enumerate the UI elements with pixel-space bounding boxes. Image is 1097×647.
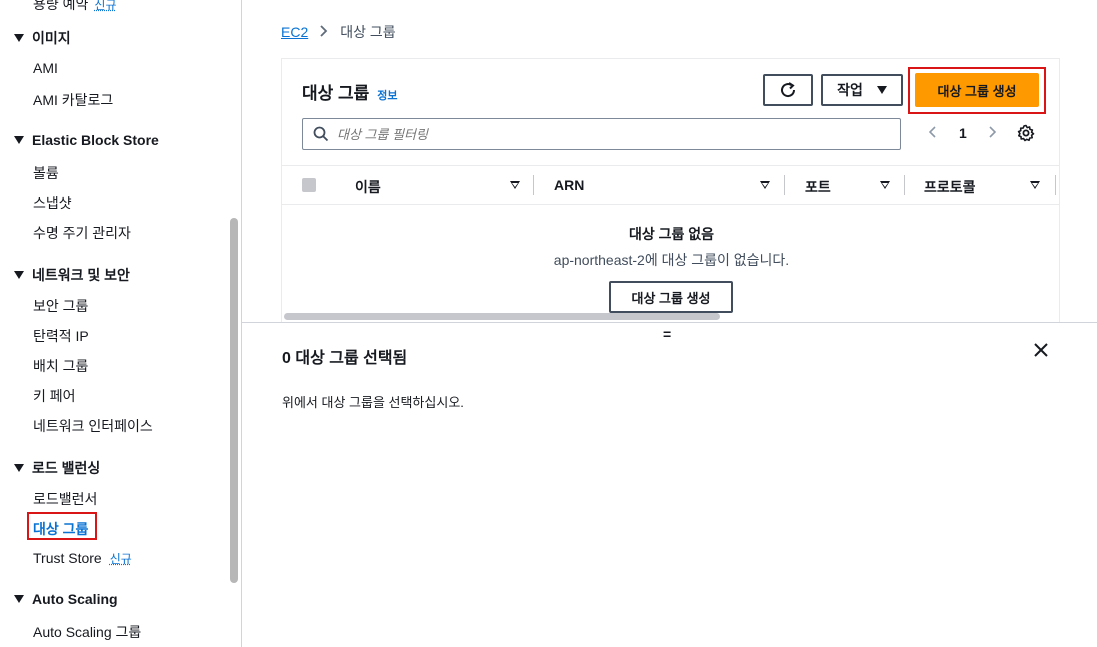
caret-down-icon	[14, 595, 24, 603]
sidebar-item-auto-scaling-groups[interactable]: Auto Scaling 그룹	[33, 622, 141, 642]
create-target-group-button[interactable]: 대상 그룹 생성	[915, 73, 1039, 107]
table-header: 이름 ARN 포트 프로토콜	[282, 165, 1059, 205]
sort-icon[interactable]	[760, 181, 770, 189]
target-groups-panel: 대상 그룹 정보 작업 대상 그룹 생성 1	[281, 58, 1060, 322]
page-number[interactable]: 1	[959, 125, 967, 141]
caret-down-icon	[876, 86, 887, 94]
section-label: 이미지	[32, 30, 71, 46]
caret-down-icon	[14, 34, 24, 42]
sidebar-item-capacity-reservations[interactable]: 용량 예약 신규	[33, 0, 117, 14]
empty-state-title: 대상 그룹 없음	[628, 226, 715, 242]
sidebar-section-load-balancing[interactable]: 로드 밸런싱	[14, 458, 100, 478]
chevron-right-icon	[320, 24, 328, 40]
sidebar: 용량 예약 신규 이미지 AMI AMI 카탈로그 Elastic Block S…	[0, 0, 227, 647]
sidebar-divider	[241, 0, 242, 647]
column-header-protocol[interactable]: 프로토콜	[924, 177, 976, 197]
sidebar-item-label: Trust Store	[33, 550, 102, 566]
actions-dropdown-button[interactable]: 작업	[821, 74, 903, 106]
sidebar-item-key-pairs[interactable]: 키 페어	[33, 386, 76, 406]
column-header-port[interactable]: 포트	[805, 177, 831, 197]
sidebar-item-placement-groups[interactable]: 배치 그룹	[33, 356, 88, 376]
caret-down-icon	[14, 136, 24, 144]
horizontal-scrollbar[interactable]	[284, 313, 720, 320]
caret-down-icon	[14, 464, 24, 472]
empty-create-target-group-button[interactable]: 대상 그룹 생성	[609, 281, 733, 313]
highlight-box-target-groups	[27, 512, 97, 540]
column-divider[interactable]	[1055, 175, 1056, 195]
select-all-checkbox[interactable]	[302, 178, 316, 192]
sidebar-section-ebs[interactable]: Elastic Block Store	[14, 132, 159, 148]
sidebar-item-security-groups[interactable]: 보안 그룹	[33, 296, 88, 316]
sort-icon[interactable]	[1030, 181, 1040, 189]
new-badge: 신규	[94, 0, 117, 12]
column-divider[interactable]	[904, 175, 905, 195]
sort-icon[interactable]	[510, 181, 520, 189]
sidebar-item-volumes[interactable]: 볼륨	[33, 163, 59, 183]
split-panel-divider	[242, 322, 1097, 323]
page-title: 대상 그룹	[302, 84, 370, 103]
panel-header: 대상 그룹 정보	[302, 79, 398, 104]
column-divider[interactable]	[533, 175, 534, 195]
sidebar-item-snapshots[interactable]: 스냅샷	[33, 193, 72, 213]
sidebar-item-trust-store[interactable]: Trust Store 신규	[33, 550, 132, 567]
detail-message: 위에서 대상 그룹을 선택하십시오.	[282, 395, 464, 410]
column-header-arn[interactable]: ARN	[554, 177, 584, 193]
sidebar-item-network-interfaces[interactable]: 네트워크 인터페이스	[33, 416, 153, 436]
section-label: Auto Scaling	[32, 591, 118, 607]
new-badge: 신규	[109, 552, 132, 566]
section-label: Elastic Block Store	[32, 132, 159, 148]
actions-label: 작업	[837, 82, 863, 98]
sidebar-item-ami[interactable]: AMI	[33, 60, 58, 76]
close-icon[interactable]	[1034, 343, 1048, 362]
sidebar-section-images[interactable]: 이미지	[14, 28, 71, 48]
sidebar-scrollbar[interactable]	[230, 218, 238, 583]
column-divider[interactable]	[784, 175, 785, 195]
column-header-name[interactable]: 이름	[355, 177, 381, 197]
info-link[interactable]: 정보	[377, 87, 397, 103]
sidebar-item-ami-catalog[interactable]: AMI 카탈로그	[33, 90, 113, 110]
empty-state-description: ap-northeast-2에 대상 그룹이 없습니다.	[553, 252, 790, 268]
caret-down-icon	[14, 271, 24, 279]
sidebar-item-label: 용량 예약	[33, 0, 89, 12]
search-icon	[313, 126, 329, 142]
refresh-button[interactable]	[763, 74, 813, 106]
filter-search-box[interactable]	[302, 118, 901, 150]
section-label: 로드 밸런싱	[32, 460, 101, 476]
breadcrumb-ec2-link[interactable]: EC2	[281, 24, 308, 40]
filter-input[interactable]	[337, 126, 877, 142]
pagination: 1	[923, 122, 1003, 143]
breadcrumb: EC2 대상 그룹	[281, 22, 396, 42]
breadcrumb-current: 대상 그룹	[340, 24, 396, 40]
split-panel-handle[interactable]: =	[663, 326, 671, 342]
sidebar-item-lifecycle-manager[interactable]: 수명 주기 관리자	[33, 223, 131, 243]
gear-icon[interactable]	[1017, 124, 1035, 147]
sidebar-item-load-balancers[interactable]: 로드밸런서	[33, 489, 97, 509]
prev-page-icon[interactable]	[923, 122, 943, 143]
refresh-icon	[781, 82, 796, 98]
section-label: 네트워크 및 보안	[32, 267, 130, 283]
sidebar-section-network-security[interactable]: 네트워크 및 보안	[14, 265, 130, 285]
next-page-icon[interactable]	[983, 122, 1003, 143]
detail-title: 0 대상 그룹 선택됨	[282, 350, 408, 367]
sort-icon[interactable]	[880, 181, 890, 189]
sidebar-section-auto-scaling[interactable]: Auto Scaling	[14, 591, 118, 607]
sidebar-item-elastic-ip[interactable]: 탄력적 IP	[33, 326, 89, 346]
